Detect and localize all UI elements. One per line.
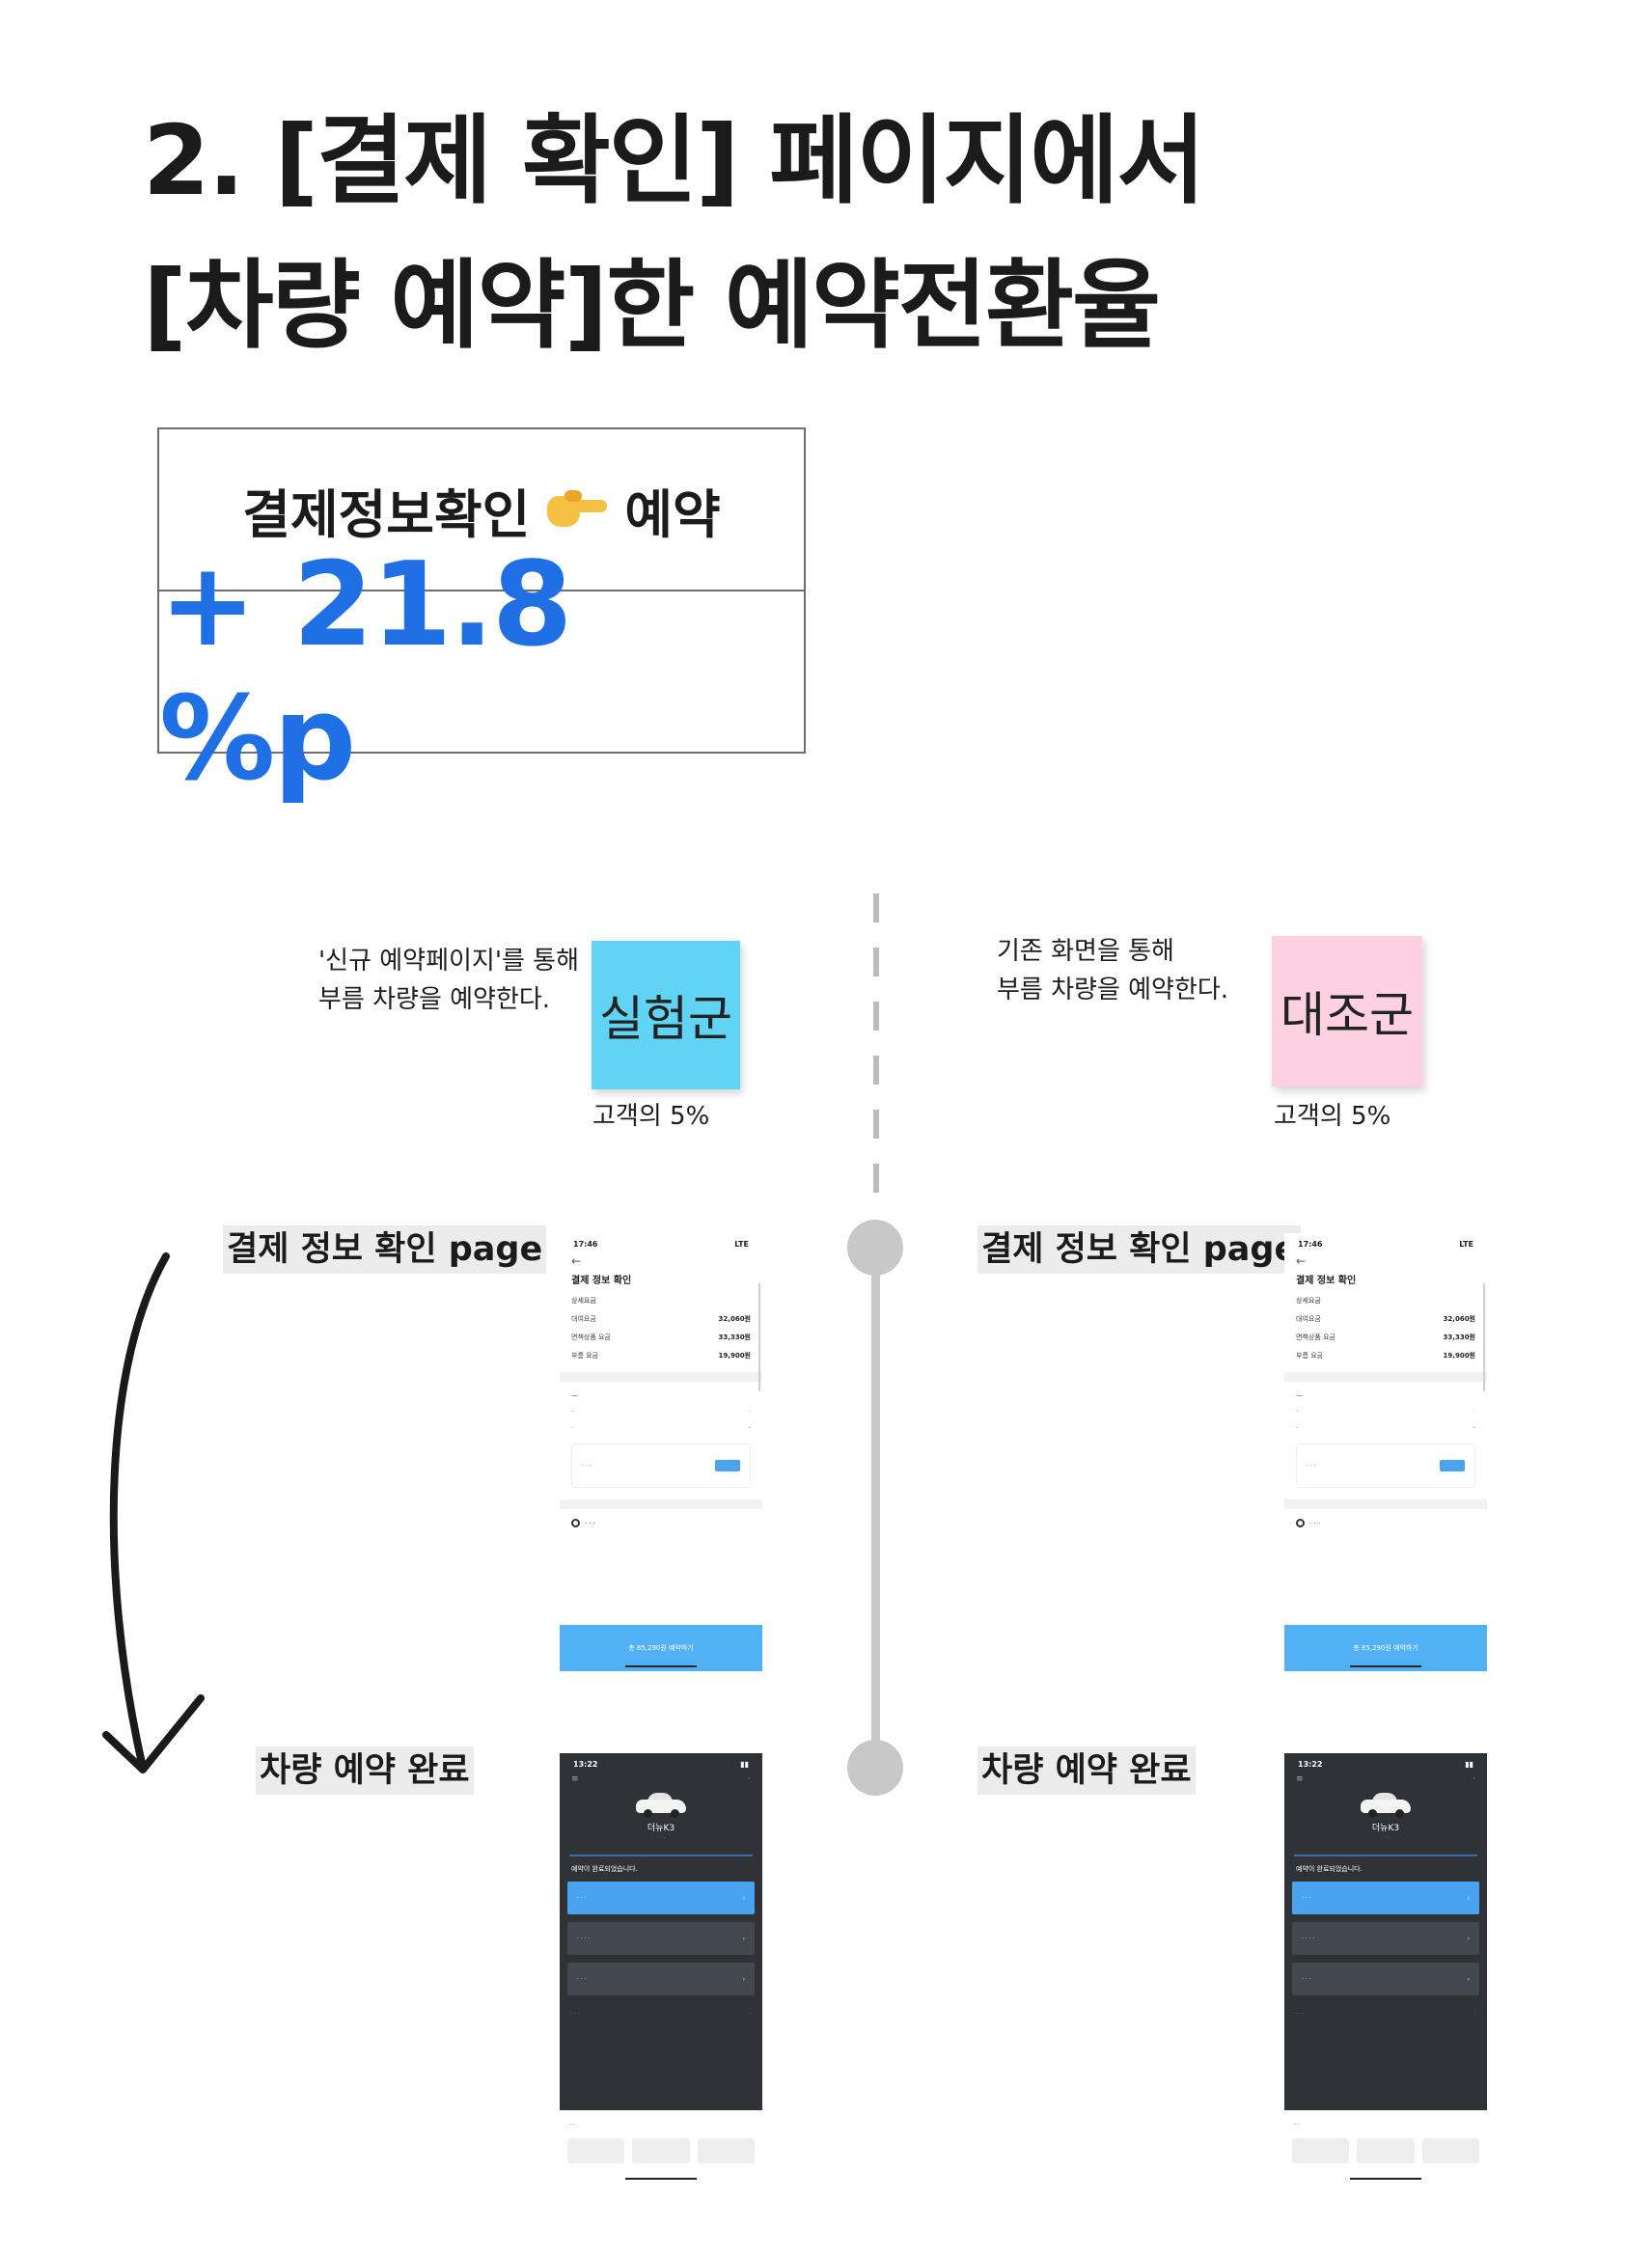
fee-row: 대여요금 32,060원: [1296, 1315, 1475, 1323]
status-bar[interactable]: · · · ›: [567, 1882, 755, 1914]
status-bar[interactable]: · · · ›: [1292, 1882, 1479, 1914]
completion-message: 예약이 완료되었습니다.: [571, 1865, 638, 1873]
page-title-line1: 2. [결제 확인] 페이지에서: [143, 104, 1205, 217]
fee-row: 면책상품 요금 33,330원: [1296, 1333, 1475, 1341]
promo-card[interactable]: · · ·: [1296, 1443, 1475, 1488]
info-bar[interactable]: · · · · ›: [1292, 1922, 1479, 1955]
car-icon: [1361, 1792, 1411, 1818]
status-carrier: LTE: [1459, 1239, 1473, 1249]
sheet-button[interactable]: [567, 2138, 625, 2163]
metric-to: 예약: [624, 483, 721, 545]
option-row: · ·: [1296, 1424, 1475, 1432]
timeline-node-completed: [847, 1740, 903, 1796]
discount-row: —: [1296, 1391, 1303, 1399]
control-sticky-note: 대조군: [1272, 936, 1422, 1086]
page-title: 2. [결제 확인] 페이지에서 [차량 예약]한 예약전환율: [143, 89, 1205, 378]
step-label-completed-left: 차량 예약 완료: [256, 1746, 474, 1795]
sheet-button[interactable]: [697, 2138, 755, 2163]
sheet-button[interactable]: [632, 2138, 690, 2163]
car-subtitle: · · ·: [1382, 1835, 1390, 1841]
experiment-description-line2: 부름 차량을 예약한다.: [318, 985, 551, 1014]
sheet-button[interactable]: [1421, 2138, 1479, 2163]
group-divider: [873, 893, 879, 1196]
hamburger-icon[interactable]: ≡: [571, 1774, 579, 1784]
payment-screen-title: 결제 정보 확인: [571, 1276, 632, 1286]
experiment-description: '신규 예약페이지'를 통해 부름 차량을 예약한다.: [318, 942, 579, 1019]
signal-icon: ▮▮: [740, 1759, 749, 1769]
experiment-description-line1: '신규 예약페이지'를 통해: [318, 947, 580, 976]
payment-screen-control: 17:46 LTE ← 결제 정보 확인 상세요금 대여요금 32,060원 면책상…: [1284, 1233, 1487, 1671]
bottom-sheet: · ·: [560, 2110, 762, 2187]
control-description: 기존 화면을 통해 부름 차량을 예약한다.: [997, 932, 1228, 1009]
info-bar[interactable]: · · · · ›: [567, 1922, 755, 1955]
experiment-share: 고객의 5%: [592, 1102, 710, 1131]
help-bar[interactable]: · · · ›: [567, 1963, 755, 1995]
sheet-button[interactable]: [1292, 2138, 1350, 2163]
payment-screen-experiment: 17:46 LTE ← 결제 정보 확인 상세요금 대여요금 32,060원 면책상…: [560, 1233, 762, 1671]
car-name: 더뉴K3: [1371, 1824, 1400, 1833]
reserve-button[interactable]: 총 85,290원 예약하기: [560, 1625, 762, 1671]
step-label-payment-left: 결제 정보 확인 page: [223, 1225, 547, 1274]
completion-message: 예약이 완료되었습니다.: [1296, 1865, 1363, 1873]
fee-row: 부름 요금 19,900원: [1296, 1352, 1475, 1360]
back-arrow-icon[interactable]: ←: [1284, 1254, 1487, 1270]
sheet-button[interactable]: [1357, 2138, 1415, 2163]
discount-row: —: [571, 1391, 578, 1399]
car-icon: [636, 1792, 686, 1818]
control-description-line2: 부름 차량을 예약한다.: [997, 976, 1229, 1004]
metric-value: + 21.8 %p: [159, 538, 572, 807]
payment-method-radio[interactable]: · · ·: [560, 1519, 762, 1527]
status-time: 13:22: [1298, 1759, 1323, 1769]
status-time: 17:46: [573, 1239, 598, 1249]
coupon-row[interactable]: · ·: [571, 1408, 751, 1416]
pointing-right-hand-icon: [547, 490, 608, 529]
status-time: 17:46: [1298, 1239, 1323, 1249]
payment-screen-title: 결제 정보 확인: [1296, 1276, 1357, 1286]
conversion-metric-box: 결제정보확인 예약 + 21.8 %p: [157, 427, 806, 807]
back-arrow-icon[interactable]: ←: [560, 1254, 762, 1270]
metric-from: 결제정보확인: [242, 483, 531, 545]
experiment-sticky-note: 실험군: [592, 941, 740, 1089]
step-label-payment-right: 결제 정보 확인 page: [977, 1225, 1302, 1274]
completed-screen-experiment: 13:22 ▮▮ ≡ · 더뉴K3 · · · 예약이 완료되었습니다. · · ·…: [560, 1753, 762, 2187]
hamburger-icon[interactable]: ≡: [1296, 1774, 1304, 1784]
status-time: 13:22: [573, 1759, 598, 1769]
control-share: 고객의 5%: [1274, 1102, 1391, 1131]
timeline-node-payment: [847, 1220, 903, 1276]
fee-row: 면책상품 요금 33,330원: [571, 1333, 751, 1341]
signal-icon: ▮▮: [1465, 1759, 1473, 1769]
promo-card[interactable]: · · ·: [571, 1443, 751, 1488]
payment-method-radio[interactable]: · · ·: [1284, 1519, 1487, 1527]
step-label-completed-right: 차량 예약 완료: [977, 1746, 1196, 1795]
status-carrier: LTE: [734, 1239, 749, 1249]
payment-section: 상세요금: [571, 1297, 596, 1305]
timeline-line: [871, 1245, 880, 1772]
help-bar[interactable]: · · · ›: [1292, 1963, 1479, 1995]
page-title-line2: [차량 예약]한 예약전환율: [143, 249, 1161, 362]
option-row: · ·: [571, 1424, 751, 1432]
completed-screen-control: 13:22 ▮▮ ≡ · 더뉴K3 · · · 예약이 완료되었습니다. · · ·…: [1284, 1753, 1487, 2187]
fee-row: 부름 요금 19,900원: [571, 1352, 751, 1360]
car-name: 더뉴K3: [647, 1824, 675, 1833]
coupon-row[interactable]: · ·: [1296, 1408, 1475, 1416]
control-description-line1: 기존 화면을 통해: [997, 937, 1174, 966]
payment-section: 상세요금: [1296, 1297, 1321, 1305]
flow-arrow-icon: [102, 1252, 205, 1773]
bottom-sheet: · ·: [1284, 2110, 1487, 2187]
fee-row: 대여요금 32,060원: [571, 1315, 751, 1323]
reserve-button[interactable]: 총 85,290원 예약하기: [1284, 1625, 1487, 1671]
car-subtitle: · · ·: [657, 1835, 665, 1841]
